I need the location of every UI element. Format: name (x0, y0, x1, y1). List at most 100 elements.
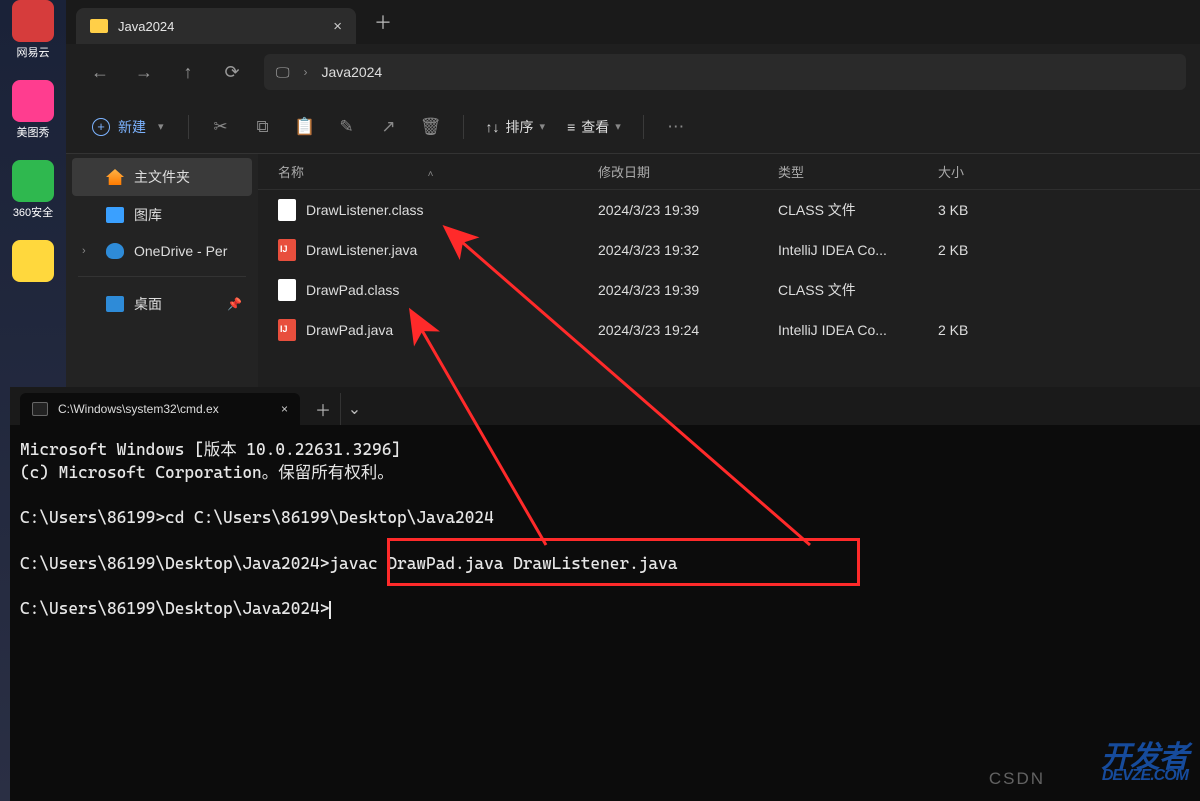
file-date: 2024/3/23 19:32 (598, 242, 778, 258)
close-icon[interactable]: × (281, 402, 288, 416)
rename-icon[interactable]: ✎ (327, 109, 367, 145)
terminal-tab[interactable]: C:\Windows\system32\cmd.ex × (20, 393, 300, 425)
column-headers[interactable]: 名称 ˄ 修改日期 类型 大小 (258, 154, 1200, 190)
sort-indicator-icon: ˄ (428, 169, 434, 180)
view-icon: ≡ (567, 119, 575, 135)
file-type: CLASS 文件 (778, 280, 938, 300)
file-row[interactable]: DrawPad.class 2024/3/23 19:39CLASS 文件 (258, 270, 1200, 310)
sidebar-item-label: 图库 (134, 205, 162, 225)
terminal-dropdown-button[interactable]: ⌄ (340, 393, 368, 425)
gallery-icon (106, 207, 124, 223)
divider (188, 115, 189, 139)
watermark-logo: 开发者 DEVZE.COM (1101, 746, 1188, 783)
share-icon[interactable]: ↗ (369, 109, 409, 145)
chevron-right-icon: › (82, 245, 96, 257)
term-line: C:\Users\86199>cd C:\Users\86199\Desktop… (20, 508, 494, 527)
sort-label: 排序 (506, 117, 534, 137)
desktop-app-icon[interactable]: 网易云 (5, 0, 61, 60)
view-button[interactable]: ≡ 查看 ▾ (557, 117, 631, 137)
explorer-sidebar: 主文件夹图库 › OneDrive - Per 桌面 📌 (66, 154, 258, 387)
file-size: 2 KB (938, 242, 1058, 258)
cut-icon[interactable]: ✂ (201, 109, 241, 145)
file-name: DrawListener.class (306, 202, 424, 218)
file-icon (278, 239, 296, 261)
term-line: C:\Users\86199\Desktop\Java2024> (20, 599, 329, 618)
sidebar-item-home[interactable]: 主文件夹 (72, 158, 252, 196)
col-size[interactable]: 大小 (938, 162, 1058, 181)
chevron-down-icon: ▾ (615, 120, 621, 133)
file-row[interactable]: DrawPad.java 2024/3/23 19:24IntelliJ IDEA… (258, 310, 1200, 350)
new-terminal-tab-button[interactable]: ＋ (306, 393, 340, 425)
sidebar-item-desktop[interactable]: 桌面 📌 (66, 285, 258, 323)
terminal-output[interactable]: Microsoft Windows [版本 10.0.22631.3296] (… (10, 425, 1200, 801)
file-name: DrawPad.java (306, 322, 393, 338)
file-icon (278, 279, 296, 301)
chevron-down-icon: ▾ (540, 120, 546, 133)
forward-button[interactable]: → (124, 54, 164, 90)
sidebar-item-gallery[interactable]: 图库 (66, 196, 258, 234)
divider (463, 115, 464, 139)
file-row[interactable]: DrawListener.class2024/3/23 19:39CLASS 文… (258, 190, 1200, 230)
file-name: DrawPad.class (306, 282, 399, 298)
close-icon[interactable]: × (333, 18, 342, 35)
term-line: Microsoft Windows [版本 10.0.22631.3296] (20, 440, 401, 459)
home-icon (106, 169, 124, 185)
back-button[interactable]: ← (80, 54, 120, 90)
refresh-button[interactable]: ⟳ (212, 54, 252, 90)
pin-icon: 📌 (227, 297, 242, 311)
file-explorer-window: Java2024 × ＋ ← → ↑ ⟳ 🖵 › Java2024 + 新建 ▾… (66, 0, 1200, 387)
sort-button[interactable]: ↑↓ 排序 ▾ (476, 117, 556, 137)
new-label: 新建 (118, 117, 146, 137)
explorer-toolbar: + 新建 ▾ ✂ ⧉ 📋 ✎ ↗ 🗑 ↑↓ 排序 ▾ ≡ 查看 ▾ ⋯ (66, 100, 1200, 154)
desktop-icon (106, 296, 124, 312)
up-button[interactable]: ↑ (168, 54, 208, 90)
new-tab-button[interactable]: ＋ (374, 9, 392, 35)
file-icon (278, 199, 296, 221)
explorer-tabbar: Java2024 × ＋ (66, 0, 1200, 44)
term-line: C:\Users\86199\Desktop\Java2024>javac Dr… (20, 554, 677, 573)
onedrive-icon (106, 243, 124, 259)
file-type: CLASS 文件 (778, 200, 938, 220)
col-name[interactable]: 名称 (278, 165, 304, 180)
file-icon (278, 319, 296, 341)
sidebar-item-onedrive[interactable]: › OneDrive - Per (66, 234, 258, 268)
desktop-app-icon[interactable] (5, 240, 61, 284)
col-date[interactable]: 修改日期 (598, 162, 778, 181)
file-type: IntelliJ IDEA Co... (778, 242, 938, 258)
monitor-icon: 🖵 (276, 64, 290, 81)
file-row[interactable]: DrawListener.java 2024/3/23 19:32IntelliJ… (258, 230, 1200, 270)
file-size: 2 KB (938, 322, 1058, 338)
file-size: 3 KB (938, 202, 1058, 218)
cmd-icon (32, 402, 48, 416)
desktop-app-icon[interactable]: 360安全 (5, 160, 61, 220)
address-bar[interactable]: 🖵 › Java2024 (264, 54, 1186, 90)
term-line: (c) Microsoft Corporation。保留所有权利。 (20, 463, 394, 482)
desktop-app-icon[interactable]: 美图秀 (5, 80, 61, 140)
terminal-window: C:\Windows\system32\cmd.ex × ＋ ⌄ Microso… (10, 387, 1200, 801)
sidebar-item-label: OneDrive - Per (134, 243, 227, 259)
tab-title: Java2024 (118, 19, 174, 34)
chevron-down-icon: ▾ (158, 120, 164, 133)
sort-icon: ↑↓ (486, 119, 500, 135)
breadcrumb[interactable]: Java2024 (322, 64, 383, 80)
file-type: IntelliJ IDEA Co... (778, 322, 938, 338)
folder-icon (90, 19, 108, 33)
terminal-tabbar: C:\Windows\system32\cmd.ex × ＋ ⌄ (10, 387, 1200, 425)
watermark-csdn: CSDN (989, 769, 1045, 789)
file-name: DrawListener.java (306, 242, 417, 258)
sidebar-item-label: 主文件夹 (134, 167, 190, 187)
cursor (329, 601, 331, 619)
file-date: 2024/3/23 19:24 (598, 322, 778, 338)
delete-icon[interactable]: 🗑 (411, 109, 451, 145)
sidebar-item-label: 桌面 (134, 294, 162, 314)
plus-icon: + (92, 118, 110, 136)
more-icon[interactable]: ⋯ (656, 109, 696, 145)
new-button[interactable]: + 新建 ▾ (80, 111, 176, 143)
terminal-tab-title: C:\Windows\system32\cmd.ex (58, 402, 219, 416)
col-type[interactable]: 类型 (778, 162, 938, 181)
explorer-tab[interactable]: Java2024 × (76, 8, 356, 44)
paste-icon[interactable]: 📋 (285, 109, 325, 145)
file-date: 2024/3/23 19:39 (598, 282, 778, 298)
view-label: 查看 (581, 117, 609, 137)
copy-icon[interactable]: ⧉ (243, 109, 283, 145)
